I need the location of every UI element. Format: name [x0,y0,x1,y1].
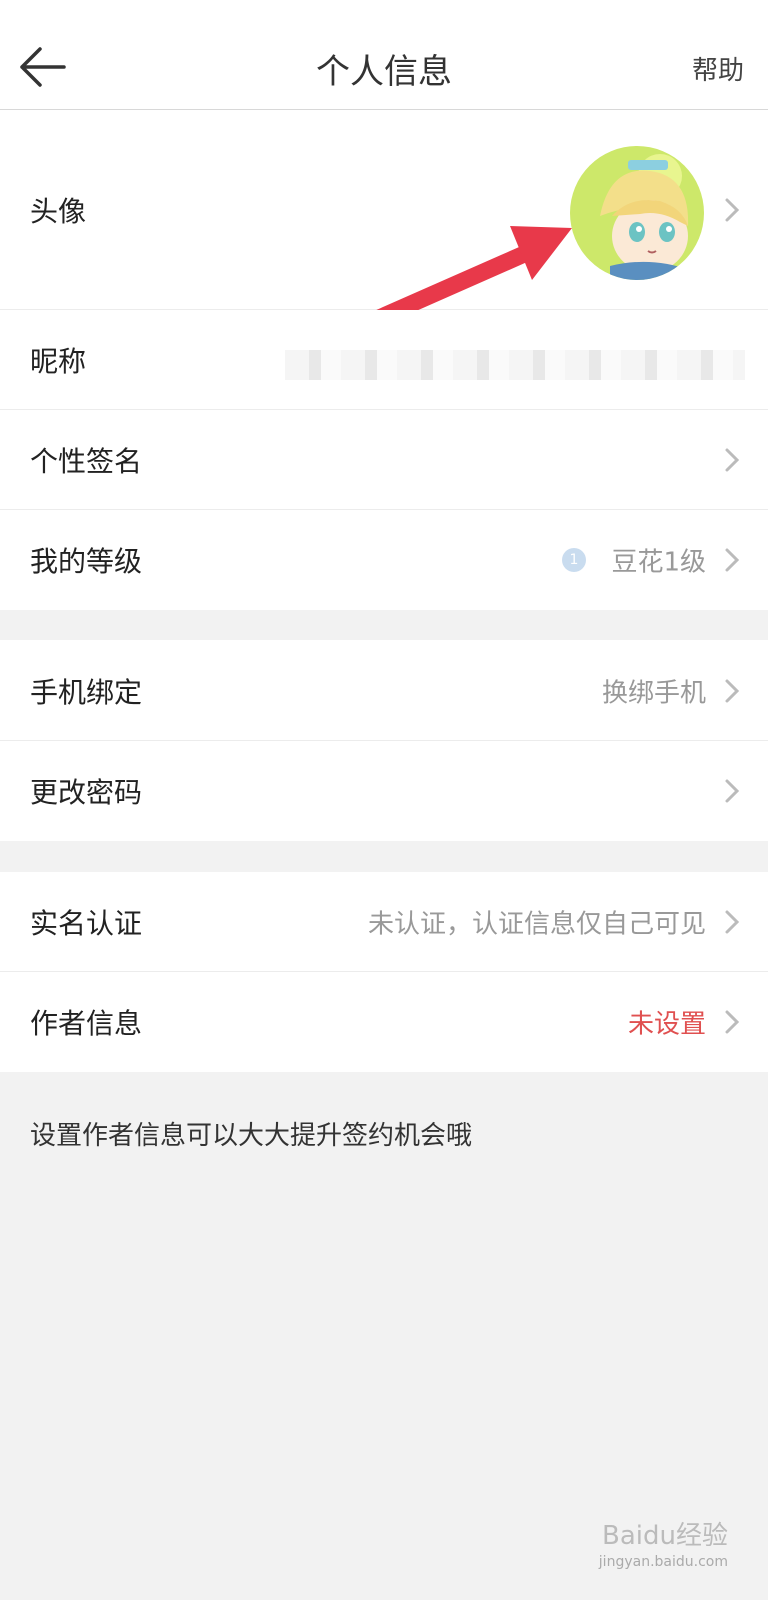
author-info-value: 未设置 [627,1009,706,1040]
top-bar: 个人信息 帮助 [0,0,768,110]
chevron-right-icon [725,548,740,572]
signature-row[interactable]: 个性签名 [0,410,768,510]
phone-binding-label: 手机绑定 [30,675,143,709]
author-info-hint: 设置作者信息可以大大提升签约机会哦 [30,1121,473,1151]
level-badge-icon: 1 [562,548,586,572]
phone-binding-row[interactable]: 手机绑定 换绑手机 [0,640,768,741]
author-info-label: 作者信息 [30,1007,143,1040]
chevron-right-icon [725,198,740,222]
change-password-row[interactable]: 更改密码 [0,741,768,841]
avatar[interactable] [570,146,704,280]
help-button[interactable]: 帮助 [692,50,744,87]
nickname-label: 昵称 [30,345,87,378]
realname-label: 实名认证 [30,907,143,940]
page-title: 个人信息 [316,52,452,92]
change-password-label: 更改密码 [30,776,143,809]
level-value: 豆花1级 [611,547,706,578]
signature-label: 个性签名 [30,445,143,478]
watermark-url: jingyan.baidu.com [598,1554,728,1570]
watermark-brand: Baidu经验 [602,1521,728,1551]
chevron-right-icon [725,779,740,803]
realname-verification-row[interactable]: 实名认证 未认证，认证信息仅自己可见 [0,872,768,972]
watermark: Baidu经验 jingyan.baidu.com [599,1515,728,1570]
level-label: 我的等级 [30,545,143,578]
chevron-right-icon [725,1010,740,1034]
author-info-row[interactable]: 作者信息 未设置 [0,972,768,1072]
blurred-nickname-value [285,350,745,380]
level-row[interactable]: 我的等级 1 豆花1级 [0,510,768,610]
chevron-right-icon [725,448,740,472]
phone-binding-value: 换绑手机 [601,678,706,708]
avatar-label: 头像 [30,195,87,228]
chevron-right-icon [725,679,740,702]
chevron-right-icon [725,910,740,934]
realname-value: 未认证，认证信息仅自己可见 [367,909,706,940]
